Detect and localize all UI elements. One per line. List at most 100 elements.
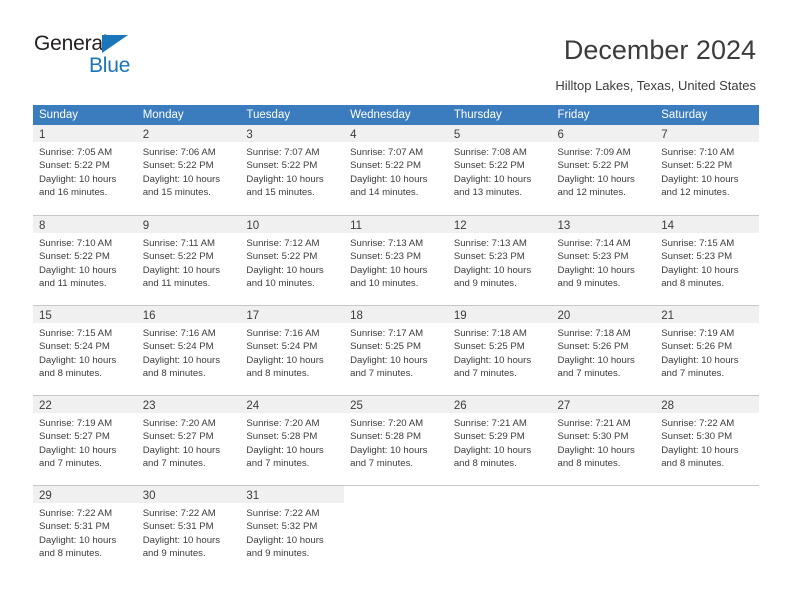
sunset-time-label: Sunset: 5:22 PM xyxy=(350,160,422,172)
day-number: 15 xyxy=(39,310,52,322)
day-info: Sunrise: 7:08 AM Sunset: 5:22 PM Daylight:… xyxy=(448,142,552,200)
sunset-time-label: Sunset: 5:30 PM xyxy=(557,431,629,443)
day-number: 24 xyxy=(246,400,260,412)
calendar-day-cell[interactable]: 10 Sunrise: 7:12 AM Sunset: 5:22 PM Dayligh… xyxy=(240,216,345,305)
calendar-day-cell[interactable]: 4 Sunrise: 7:07 AM Sunset: 5:22 PM Daylight… xyxy=(344,125,448,215)
sunrise-time-label: Sunrise: 7:07 AM xyxy=(246,147,320,158)
day-number-band: 5 xyxy=(447,125,552,142)
day-info: Sunrise: 7:17 AM Sunset: 5:25 PM Daylight:… xyxy=(344,323,448,381)
calendar-day-cell[interactable]: 19 Sunrise: 7:18 AM Sunset: 5:25 PM Dayligh… xyxy=(447,306,552,395)
sunrise-time-label: Sunrise: 7:19 AM xyxy=(661,328,735,339)
daylight-duration-label-line2: and 8 minutes. xyxy=(246,368,310,380)
weekday-header-saturday: Saturday xyxy=(661,109,708,121)
calendar-day-cell[interactable]: 12 Sunrise: 7:13 AM Sunset: 5:23 PM Dayligh… xyxy=(447,216,552,305)
day-number: 29 xyxy=(39,490,52,502)
day-number: 25 xyxy=(350,400,363,412)
daylight-duration-label-line2: and 14 minutes. xyxy=(350,187,419,199)
calendar-day-cell[interactable]: 9 Sunrise: 7:11 AM Sunset: 5:22 PM Daylight… xyxy=(136,216,241,305)
day-number-band: 15 xyxy=(33,306,137,323)
calendar-day-cell[interactable]: 21 Sunrise: 7:19 AM Sunset: 5:26 PM Dayligh… xyxy=(655,306,759,395)
calendar-day-cell[interactable]: 31 Sunrise: 7:22 AM Sunset: 5:32 PM Dayligh… xyxy=(240,486,345,575)
daylight-duration-label-line2: and 8 minutes. xyxy=(39,368,102,380)
day-number-band: 30 xyxy=(136,486,241,503)
sunrise-time-label: Sunrise: 7:20 AM xyxy=(142,418,216,429)
daylight-duration-label-line2: and 15 minutes. xyxy=(246,187,315,199)
sunset-time-label: Sunset: 5:22 PM xyxy=(39,160,110,172)
day-number: 16 xyxy=(142,310,156,322)
calendar-day-cell[interactable]: 13 Sunrise: 7:14 AM Sunset: 5:23 PM Dayligh… xyxy=(551,216,656,305)
day-number-band: 13 xyxy=(551,216,656,233)
day-info: Sunrise: 7:13 AM Sunset: 5:23 PM Daylight:… xyxy=(344,233,448,291)
day-info: Sunrise: 7:07 AM Sunset: 5:22 PM Daylight:… xyxy=(344,142,448,200)
calendar-day-cell[interactable]: 2 Sunrise: 7:06 AM Sunset: 5:22 PM Daylight… xyxy=(136,125,241,215)
day-number: 12 xyxy=(453,220,467,232)
day-number-band: 24 xyxy=(240,396,345,413)
daylight-duration-label-line2: and 10 minutes. xyxy=(246,278,315,290)
weekday-header-monday: Monday xyxy=(142,109,184,121)
calendar-day-cell[interactable]: 17 Sunrise: 7:16 AM Sunset: 5:24 PM Dayligh… xyxy=(240,306,345,395)
calendar-week-row: 1 Sunrise: 7:05 AM Sunset: 5:22 PM Daylight… xyxy=(33,125,759,215)
calendar-day-cell[interactable]: 18 Sunrise: 7:17 AM Sunset: 5:25 PM Dayligh… xyxy=(344,306,448,395)
sunset-time-label: Sunset: 5:22 PM xyxy=(142,160,214,172)
calendar-day-cell[interactable]: 25 Sunrise: 7:20 AM Sunset: 5:28 PM Dayligh… xyxy=(344,396,448,485)
calendar-day-cell[interactable]: 28 Sunrise: 7:22 AM Sunset: 5:30 PM Dayligh… xyxy=(655,396,759,485)
day-number-band: 6 xyxy=(551,125,656,142)
daylight-duration-label-line1: Daylight: 10 hours xyxy=(142,534,221,546)
calendar-day-cell[interactable]: 5 Sunrise: 7:08 AM Sunset: 5:22 PM Daylight… xyxy=(447,125,552,215)
calendar-day-cell[interactable]: 29 Sunrise: 7:22 AM Sunset: 5:31 PM Dayligh… xyxy=(33,486,137,575)
daylight-duration-label-line1: Daylight: 10 hours xyxy=(142,354,221,366)
day-number-band: 2 xyxy=(136,125,241,142)
day-number: 6 xyxy=(557,129,564,141)
calendar-day-cell[interactable]: 30 Sunrise: 7:22 AM Sunset: 5:31 PM Dayligh… xyxy=(136,486,241,575)
calendar-day-cell[interactable]: 15 Sunrise: 7:15 AM Sunset: 5:24 PM Dayligh… xyxy=(33,306,137,395)
sunset-time-label: Sunset: 5:22 PM xyxy=(246,251,318,263)
calendar-day-cell[interactable]: 20 Sunrise: 7:18 AM Sunset: 5:26 PM Dayligh… xyxy=(551,306,656,395)
calendar-day-cell[interactable]: 22 Sunrise: 7:19 AM Sunset: 5:27 PM Dayligh… xyxy=(33,396,137,485)
day-info: Sunrise: 7:14 AM Sunset: 5:23 PM Daylight:… xyxy=(552,233,656,291)
calendar-day-cell[interactable]: 7 Sunrise: 7:10 AM Sunset: 5:22 PM Daylight… xyxy=(655,125,759,215)
calendar-day-cell[interactable]: 23 Sunrise: 7:20 AM Sunset: 5:27 PM Dayligh… xyxy=(136,396,241,485)
daylight-duration-label-line1: Daylight: 10 hours xyxy=(142,264,221,276)
day-info: Sunrise: 7:10 AM Sunset: 5:22 PM Daylight:… xyxy=(33,233,137,291)
sunrise-time-label: Sunrise: 7:22 AM xyxy=(246,508,320,519)
sunrise-time-label: Sunrise: 7:11 AM xyxy=(142,238,216,249)
sunset-time-label: Sunset: 5:22 PM xyxy=(453,160,525,172)
sunset-time-label: Sunset: 5:24 PM xyxy=(246,341,318,353)
sunrise-time-label: Sunrise: 7:22 AM xyxy=(142,508,216,519)
day-number: 8 xyxy=(39,220,46,232)
calendar-day-cell[interactable]: 6 Sunrise: 7:09 AM Sunset: 5:22 PM Daylight… xyxy=(551,125,656,215)
calendar-day-cell[interactable]: 3 Sunrise: 7:07 AM Sunset: 5:22 PM Daylight… xyxy=(240,125,345,215)
sunset-time-label: Sunset: 5:26 PM xyxy=(557,341,629,353)
sunset-time-label: Sunset: 5:23 PM xyxy=(557,251,629,263)
weekday-header-wednesday: Wednesday xyxy=(350,109,411,121)
daylight-duration-label-line2: and 8 minutes. xyxy=(661,458,725,470)
daylight-duration-label-line1: Daylight: 10 hours xyxy=(39,354,117,366)
daylight-duration-label-line1: Daylight: 10 hours xyxy=(453,264,532,276)
weekday-header-tuesday: Tuesday xyxy=(246,109,291,121)
day-info: Sunrise: 7:21 AM Sunset: 5:29 PM Daylight:… xyxy=(448,413,552,471)
sunset-time-label: Sunset: 5:23 PM xyxy=(453,251,525,263)
calendar-day-cell[interactable]: 16 Sunrise: 7:16 AM Sunset: 5:24 PM Dayligh… xyxy=(136,306,241,395)
daylight-duration-label-line2: and 7 minutes. xyxy=(350,458,414,470)
day-number: 27 xyxy=(557,400,571,412)
calendar-day-cell[interactable]: 26 Sunrise: 7:21 AM Sunset: 5:29 PM Dayligh… xyxy=(447,396,552,485)
sunset-time-label: Sunset: 5:22 PM xyxy=(661,160,733,172)
page-title: December 2024 xyxy=(563,35,756,65)
calendar-day-cell[interactable]: 24 Sunrise: 7:20 AM Sunset: 5:28 PM Dayligh… xyxy=(240,396,345,485)
daylight-duration-label-line1: Daylight: 10 hours xyxy=(557,354,635,366)
calendar-day-cell[interactable]: 27 Sunrise: 7:21 AM Sunset: 5:30 PM Dayligh… xyxy=(551,396,656,485)
sunrise-time-label: Sunrise: 7:16 AM xyxy=(142,328,216,339)
calendar-day-cell[interactable]: 11 Sunrise: 7:13 AM Sunset: 5:23 PM Dayligh… xyxy=(344,216,448,305)
daylight-duration-label-line1: Daylight: 10 hours xyxy=(350,173,428,185)
calendar-day-cell[interactable]: 14 Sunrise: 7:15 AM Sunset: 5:23 PM Dayligh… xyxy=(655,216,759,305)
daylight-duration-label-line2: and 9 minutes. xyxy=(246,548,310,560)
general-blue-logo[interactable]: General Blue xyxy=(34,32,224,84)
calendar-day-cell[interactable]: 1 Sunrise: 7:05 AM Sunset: 5:22 PM Daylight… xyxy=(33,125,137,215)
daylight-duration-label-line1: Daylight: 10 hours xyxy=(661,264,739,276)
day-number-band: 20 xyxy=(551,306,656,323)
day-number-band: 25 xyxy=(344,396,448,413)
calendar-day-cell[interactable]: 8 Sunrise: 7:10 AM Sunset: 5:22 PM Daylight… xyxy=(33,216,137,305)
sunrise-time-label: Sunrise: 7:16 AM xyxy=(246,328,320,339)
daylight-duration-label-line1: Daylight: 10 hours xyxy=(661,354,739,366)
sunset-time-label: Sunset: 5:28 PM xyxy=(246,431,318,443)
